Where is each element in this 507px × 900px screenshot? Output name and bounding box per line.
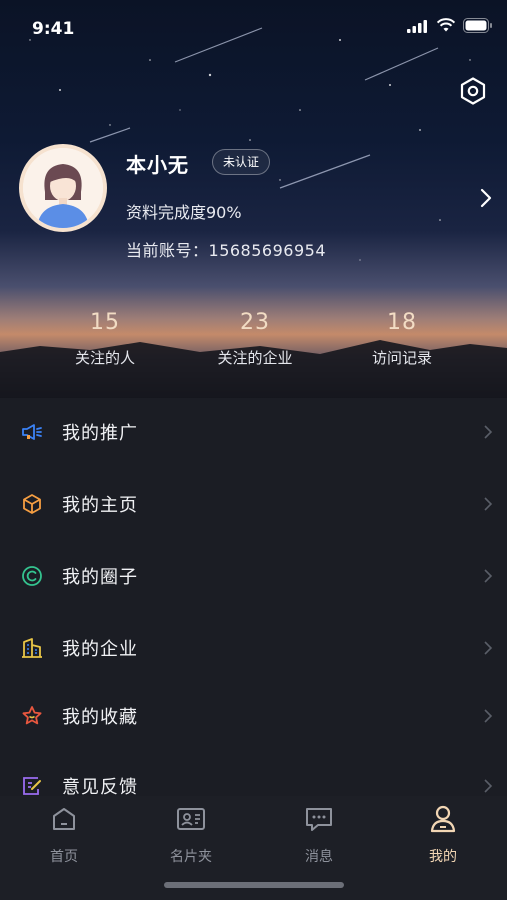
stat-value: 23 bbox=[240, 310, 270, 335]
stat-label: 访问记录 bbox=[371, 349, 432, 367]
menu-item-company[interactable]: 我的企业 bbox=[0, 620, 507, 676]
settings-button[interactable] bbox=[455, 73, 491, 109]
menu-item-label: 我的圈子 bbox=[62, 567, 138, 588]
chevron-right-icon bbox=[484, 779, 493, 793]
cellular-signal-icon bbox=[407, 19, 427, 33]
stat-following-companies[interactable]: 23 关注的企业 bbox=[195, 310, 315, 368]
home-indicator[interactable] bbox=[164, 882, 344, 888]
card-holder-icon bbox=[146, 802, 236, 836]
menu-item-label: 我的收藏 bbox=[62, 707, 138, 728]
chevron-right-icon bbox=[484, 569, 493, 583]
tab-mine[interactable]: 我的 bbox=[398, 802, 488, 866]
status-bar: 9:41 bbox=[0, 0, 507, 56]
chevron-right-icon bbox=[484, 497, 493, 511]
status-icons bbox=[407, 18, 493, 33]
stat-following-people[interactable]: 15 关注的人 bbox=[45, 310, 165, 368]
wifi-icon bbox=[436, 18, 456, 32]
settings-hexagon-icon bbox=[460, 77, 486, 105]
stat-value: 15 bbox=[90, 310, 120, 335]
user-name: 本小无 bbox=[126, 153, 189, 177]
message-icon bbox=[274, 802, 364, 836]
avatar[interactable] bbox=[19, 144, 107, 232]
profile-header: 9:41 本小无 未认证 资料完成度90% 当前账号：15685696954 1… bbox=[0, 0, 507, 398]
menu-item-favorites[interactable]: 我的收藏 bbox=[0, 688, 507, 744]
feedback-icon bbox=[20, 774, 44, 798]
tab-label: 我的 bbox=[429, 849, 457, 865]
account-info: 当前账号：15685696954 bbox=[126, 237, 326, 261]
cube-icon bbox=[20, 492, 44, 516]
account-label: 当前账号： bbox=[126, 241, 209, 260]
stat-label: 关注的企业 bbox=[217, 349, 293, 367]
chevron-right-icon bbox=[484, 425, 493, 439]
stat-value: 18 bbox=[387, 310, 417, 335]
megaphone-icon bbox=[20, 420, 44, 444]
menu-item-label: 我的企业 bbox=[62, 639, 138, 660]
battery-icon bbox=[463, 18, 492, 33]
menu-item-homepage[interactable]: 我的主页 bbox=[0, 476, 507, 532]
verification-badge[interactable]: 未认证 bbox=[212, 149, 271, 175]
menu-item-circles[interactable]: 我的圈子 bbox=[0, 548, 507, 604]
tab-home[interactable]: 首页 bbox=[19, 802, 109, 866]
home-icon bbox=[19, 802, 109, 836]
account-number: 15685696954 bbox=[208, 241, 326, 260]
tab-label: 名片夹 bbox=[170, 849, 212, 865]
person-icon bbox=[398, 802, 488, 836]
stat-label: 关注的人 bbox=[74, 349, 135, 367]
user-avatar-illustration bbox=[23, 148, 103, 228]
menu-item-promotion[interactable]: 我的推广 bbox=[0, 404, 507, 460]
status-time: 9:41 bbox=[32, 19, 75, 39]
chevron-right-icon bbox=[484, 709, 493, 723]
tab-card-holder[interactable]: 名片夹 bbox=[146, 802, 236, 866]
menu-item-label: 我的推广 bbox=[62, 423, 138, 444]
building-icon bbox=[20, 636, 44, 660]
profile-chevron-right-icon[interactable] bbox=[476, 186, 496, 210]
circle-c-icon bbox=[20, 564, 44, 588]
star-icon bbox=[20, 704, 44, 728]
stat-visit-records[interactable]: 18 访问记录 bbox=[342, 310, 462, 368]
tab-messages[interactable]: 消息 bbox=[274, 802, 364, 866]
tab-label: 首页 bbox=[50, 849, 78, 865]
profile-completion: 资料完成度90% bbox=[126, 203, 242, 222]
menu-item-label: 我的主页 bbox=[62, 495, 138, 516]
tab-label: 消息 bbox=[305, 849, 333, 865]
chevron-right-icon bbox=[484, 641, 493, 655]
